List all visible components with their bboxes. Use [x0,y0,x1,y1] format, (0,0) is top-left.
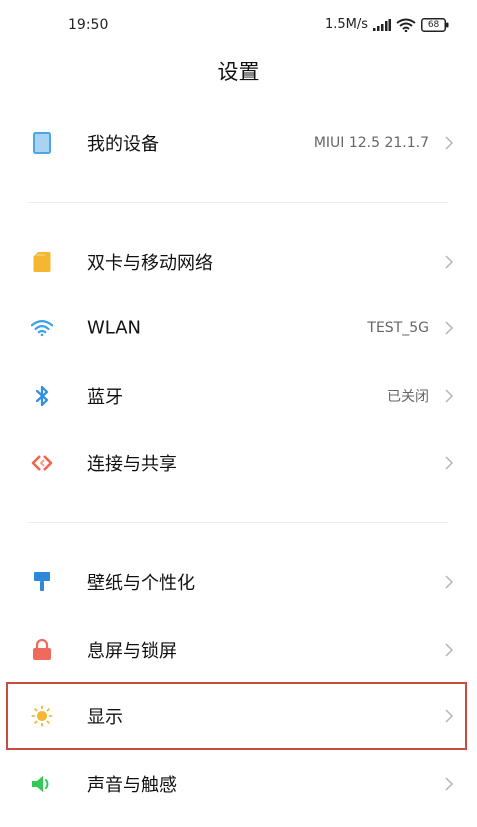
settings-item-value: MIUI 12.5 21.1.7 [313,135,429,151]
chevron-right-icon [444,254,454,270]
settings-item-label: 我的设备 [87,134,159,155]
chevron-right-icon [444,455,454,471]
settings-item-connection-sharing[interactable]: 连接与共享 [0,433,477,493]
device-icon [31,132,53,154]
settings-item-label: 息屏与锁屏 [87,641,177,662]
signal-icon [373,18,392,31]
settings-item-sim-network[interactable]: 双卡与移动网络 [0,232,477,292]
battery-icon: 68 [421,17,449,32]
connection-share-icon [31,452,53,474]
chevron-right-icon [444,574,454,590]
settings-item-value: TEST_5G [367,320,429,336]
settings-item-label: 双卡与移动网络 [87,253,213,274]
brush-icon [31,571,53,593]
settings-item-value: 已关闭 [387,389,429,405]
network-speed: 1.5M/s [325,17,369,32]
settings-item-wlan[interactable]: WLAN TEST_5G [0,298,477,358]
settings-item-label: 连接与共享 [87,454,177,475]
battery-level: 68 [427,19,440,30]
settings-item-lock-screen[interactable]: 息屏与锁屏 [0,620,477,680]
settings-item-my-device[interactable]: 我的设备 MIUI 12.5 21.1.7 [0,113,477,173]
section-divider [28,522,448,523]
settings-item-label: 声音与触感 [87,775,177,796]
wifi-icon [31,317,53,339]
chevron-right-icon [444,388,454,404]
sun-icon [31,705,53,727]
sim-card-icon [31,251,53,273]
settings-item-label: WLAN [87,317,142,339]
wifi-status-icon [396,18,416,32]
settings-item-label: 壁纸与个性化 [87,573,195,594]
status-indicators: 1.5M/s 68 [325,17,449,32]
chevron-right-icon [444,320,454,336]
chevron-right-icon [444,135,454,151]
settings-item-wallpaper[interactable]: 壁纸与个性化 [0,552,477,612]
settings-item-bluetooth[interactable]: 蓝牙 已关闭 [0,366,477,426]
settings-item-label: 蓝牙 [87,387,123,408]
settings-item-label: 显示 [87,707,123,728]
lock-icon [31,639,53,661]
chevron-right-icon [444,708,454,724]
settings-item-display[interactable]: 显示 [0,686,477,746]
status-time: 19:50 [68,17,109,33]
status-bar: 19:50 1.5M/s 68 [0,0,477,52]
page-title: 设置 [217,60,260,84]
settings-screen: 19:50 1.5M/s 68 设置 我的设备 MIUI 12.5 21.1.7… [0,0,477,827]
chevron-right-icon [444,642,454,658]
section-divider [28,202,448,203]
bluetooth-icon [31,385,53,407]
settings-item-sound[interactable]: 声音与触感 [0,754,477,814]
chevron-right-icon [444,776,454,792]
speaker-icon [31,773,53,795]
